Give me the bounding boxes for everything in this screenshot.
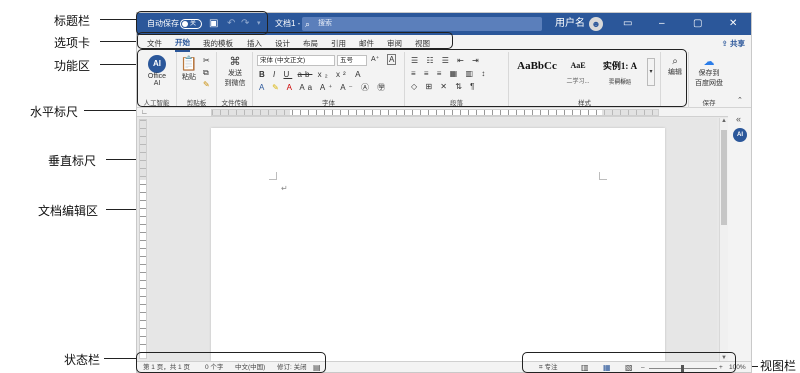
- share-button[interactable]: ⇪ 共享: [722, 35, 745, 52]
- annotation-box-ribbon: [137, 49, 687, 107]
- annotation-box-status-bar: [136, 352, 326, 373]
- horizontal-ruler[interactable]: ∟: [137, 108, 751, 117]
- ruler-margin-left: [212, 110, 290, 115]
- annotation-ribbon: 功能区: [54, 59, 91, 73]
- annotation-line: [84, 110, 144, 111]
- minimize-icon[interactable]: –: [659, 13, 665, 35]
- ruler-margin-top: [140, 120, 146, 180]
- ribbon-display-icon[interactable]: ▭: [623, 13, 632, 35]
- document-page[interactable]: ↵: [211, 128, 665, 361]
- document-area[interactable]: ↵: [149, 118, 717, 361]
- side-pane: « AI: [728, 108, 751, 361]
- close-icon[interactable]: ✕: [729, 13, 737, 35]
- annotation-view-bar: 视图栏: [760, 359, 797, 373]
- annotation-vertical-ruler: 垂直标尺: [48, 154, 97, 168]
- collapse-ribbon-icon[interactable]: ⌃: [737, 96, 743, 104]
- annotation-status-bar: 状态栏: [64, 353, 101, 367]
- cloud-icon: ☁: [703, 56, 715, 68]
- avatar-icon[interactable]: ☻: [589, 17, 603, 31]
- maximize-icon[interactable]: ▢: [693, 13, 702, 35]
- margin-mark: [269, 172, 277, 180]
- tab-selector-icon[interactable]: ∟: [141, 109, 148, 116]
- annotation-line: [100, 41, 138, 42]
- save-to-baidu-button[interactable]: ☁ 保存到 百度网盘: [691, 55, 727, 88]
- annotation-tabs: 选项卡: [54, 36, 91, 50]
- search-input[interactable]: ⌕ 搜索: [302, 17, 542, 31]
- collapse-pane-icon[interactable]: «: [736, 114, 741, 124]
- scroll-up-icon[interactable]: ▲: [720, 118, 728, 124]
- ai-icon: AI: [733, 128, 747, 142]
- save-label-1: 保存到: [698, 70, 720, 77]
- ruler-track: [211, 109, 659, 116]
- paragraph-mark-icon: ↵: [281, 184, 288, 193]
- user-name[interactable]: 用户名: [555, 13, 585, 35]
- annotation-doc-area: 文档编辑区: [38, 204, 99, 218]
- save-label-2: 百度网盘: [695, 80, 723, 87]
- annotation-horizontal-ruler: 水平标尺: [30, 105, 79, 119]
- search-icon: ⌕: [305, 19, 311, 29]
- scroll-thumb[interactable]: [721, 130, 727, 225]
- group-label: 保存: [702, 100, 716, 107]
- vertical-scrollbar[interactable]: ▲ ▼: [719, 118, 728, 361]
- annotation-box-tabs: [137, 32, 453, 49]
- margin-mark: [599, 172, 607, 180]
- ruler-margin-right: [602, 110, 658, 115]
- vertical-ruler[interactable]: [139, 119, 147, 359]
- annotation-title-bar: 标题栏: [54, 14, 91, 28]
- annotation-line: [106, 159, 140, 160]
- annotation-line: [100, 64, 136, 65]
- annotation-box-view-bar: [522, 352, 736, 373]
- annotation-line: [100, 19, 136, 20]
- share-icon: ⇪: [721, 39, 730, 48]
- group-save: ☁ 保存到 百度网盘 保存: [689, 52, 729, 108]
- annotation-line: [104, 358, 140, 359]
- side-ai-button[interactable]: AI: [733, 128, 747, 142]
- search-placeholder: 搜索: [318, 20, 332, 27]
- share-label: 共享: [730, 39, 745, 48]
